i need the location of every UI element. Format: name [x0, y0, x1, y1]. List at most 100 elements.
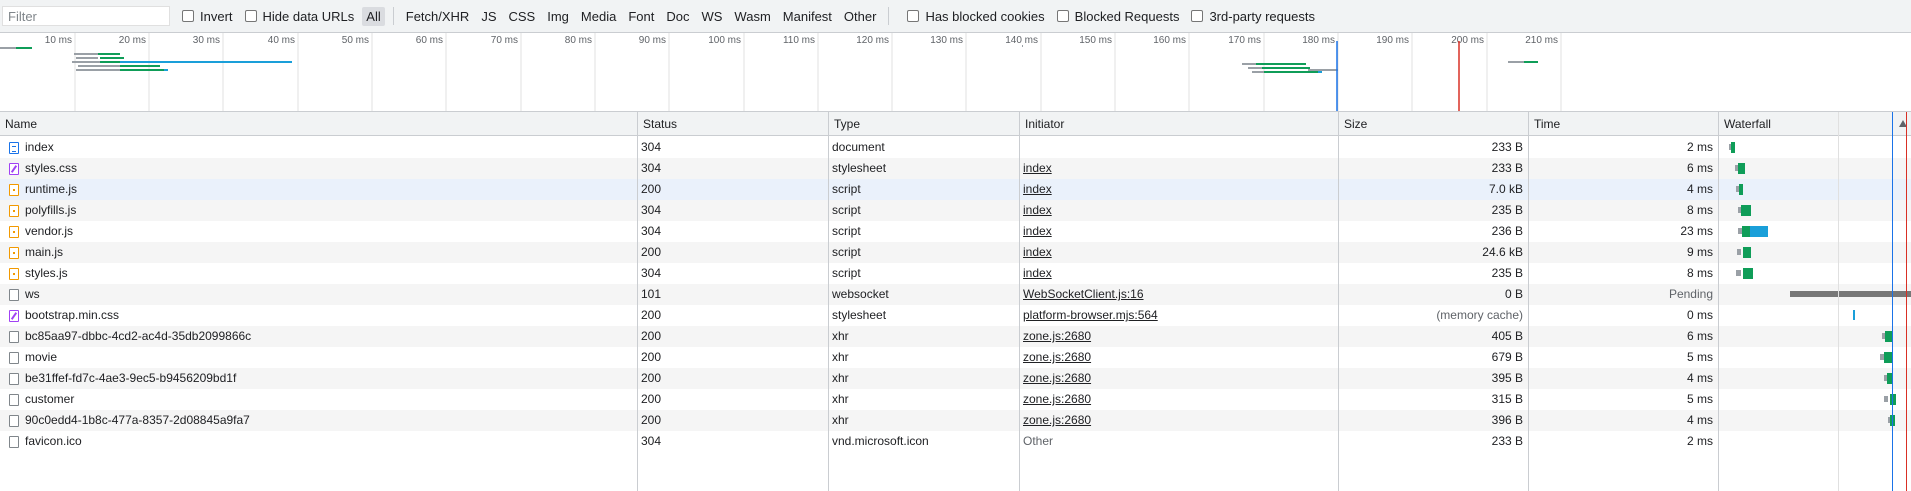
overview-tick-label: 50 ms [342, 35, 369, 46]
column-divider [637, 112, 638, 491]
column-divider [1019, 112, 1020, 491]
type-filter-ws[interactable]: WS [697, 7, 726, 26]
waterfall-cell [0, 284, 1911, 305]
waterfall-cell [0, 347, 1911, 368]
waterfall-cell [0, 158, 1911, 179]
hide-data-urls-label: Hide data URLs [262, 8, 355, 24]
waterfall-bar [1884, 396, 1888, 402]
filter-separator [392, 7, 394, 25]
type-filter-media[interactable]: Media [577, 7, 620, 26]
waterfall-cell [0, 200, 1911, 221]
hide-data-urls-checkbox[interactable]: Hide data URLs [244, 8, 355, 24]
waterfall-bar [1742, 226, 1750, 237]
overview-request-bar [1242, 63, 1258, 65]
table-row[interactable]: styles.css 304 stylesheet index 233 B6 ms [0, 158, 1911, 179]
waterfall-bar [1741, 205, 1751, 216]
table-row[interactable]: polyfills.js 304 script index 235 B8 ms [0, 200, 1911, 221]
waterfall-bar [1853, 310, 1855, 320]
overview-tick-label: 80 ms [565, 35, 592, 46]
overview-tick-label: 30 ms [193, 35, 220, 46]
overview-tick-label: 70 ms [491, 35, 518, 46]
third-party-requests-checkbox[interactable]: 3rd-party requests [1191, 9, 1315, 24]
table-header: Name Status Type Initiator Size Time Wat… [0, 112, 1911, 136]
type-filter-fetch-xhr[interactable]: Fetch/XHR [402, 7, 474, 26]
blocked-requests-label: Blocked Requests [1074, 8, 1180, 24]
filter-input[interactable] [2, 6, 170, 26]
waterfall-cell [0, 305, 1911, 326]
waterfall-cell [0, 326, 1911, 347]
waterfall-bar [1731, 142, 1735, 153]
waterfall-bar [1736, 270, 1741, 276]
table-row[interactable]: be31ffef-fd7c-4ae3-9ec5-b9456209bd1f 200 x… [0, 368, 1911, 389]
checkbox-box[interactable] [1056, 10, 1069, 22]
table-row[interactable]: styles.js 304 script index 235 B8 ms [0, 263, 1911, 284]
type-filter-all[interactable]: All [362, 6, 385, 26]
waterfall-cell [0, 368, 1911, 389]
invert-checkbox[interactable]: Invert [182, 9, 233, 24]
table-row[interactable]: customer 200 xhr zone.js:2680 315 B5 ms [0, 389, 1911, 410]
type-filter-css[interactable]: CSS [505, 7, 540, 26]
type-filter-img[interactable]: Img [543, 7, 573, 26]
overview-tick-label: 140 ms [1005, 35, 1038, 46]
table-row[interactable]: favicon.ico 304 vnd.microsoft.icon Other 233… [0, 431, 1911, 452]
column-header-size[interactable]: Size [1339, 112, 1528, 136]
filter-separator [888, 7, 890, 25]
filter-toolbar: Invert Hide data URLs All Fetch/XHRJS CSSI… [0, 0, 1911, 33]
overview-timeline[interactable]: 10 ms 20 ms 30 ms 40 ms 50 ms 60 ms 70 ms 80 ms… [0, 33, 1911, 112]
overview-request-bar [1264, 71, 1318, 73]
column-divider [1338, 112, 1339, 491]
overview-request-bar [1248, 67, 1262, 69]
overview-request-bar [78, 65, 120, 67]
overview-request-bar [74, 53, 98, 55]
overview-tick-label: 180 ms [1302, 35, 1335, 46]
table-row[interactable]: bc85aa97-dbbc-4cd2-ac4d-35db2099866c 200 x… [0, 326, 1911, 347]
checkbox-box[interactable] [244, 10, 257, 22]
overview-request-bar [1262, 67, 1310, 69]
column-header-name[interactable]: Name [0, 112, 638, 136]
type-filter-manifest[interactable]: Manifest [779, 7, 836, 26]
overview-tick-label: 40 ms [268, 35, 295, 46]
overview-request-bar [1524, 61, 1538, 63]
waterfall-cell [0, 137, 1911, 158]
overview-request-bar [120, 61, 292, 63]
checkbox-box[interactable] [907, 10, 920, 22]
table-row[interactable]: ws 101 websocket WebSocketClient.js:16 0 B Pe… [0, 284, 1911, 305]
type-filter-js[interactable]: JS [477, 7, 500, 26]
network-overview[interactable]: 10 ms 20 ms 30 ms 40 ms 50 ms 60 ms 70 ms 80 ms… [0, 33, 1911, 112]
waterfall-label: Waterfall [1724, 117, 1771, 131]
overview-tick-label: 10 ms [45, 35, 72, 46]
blocked-requests-checkbox[interactable]: Blocked Requests [1056, 8, 1180, 24]
type-filter-doc[interactable]: Doc [662, 7, 693, 26]
waterfall-bar [1737, 249, 1741, 255]
waterfall-bar [1750, 226, 1768, 237]
column-header-type[interactable]: Type [829, 112, 1019, 136]
table-row[interactable]: movie 200 xhr zone.js:2680 679 B5 ms [0, 347, 1911, 368]
waterfall-bar [1743, 247, 1751, 258]
column-header-initiator[interactable]: Initiator [1020, 112, 1338, 136]
table-row[interactable]: main.js 200 script index 24.6 kB 9 ms [0, 242, 1911, 263]
table-row[interactable]: vendor.js 304 script index 236 B 23 ms [0, 221, 1911, 242]
checkbox-box[interactable] [1191, 10, 1204, 22]
table-row[interactable]: bootstrap.min.css 200 stylesheet platform-b… [0, 305, 1911, 326]
table-row[interactable]: 90c0edd4-1b8c-477a-8357-2d08845a9fa7 200 x… [0, 410, 1911, 431]
overview-request-bar [72, 61, 100, 63]
has-blocked-cookies-checkbox[interactable]: Has blocked cookies [907, 9, 1045, 24]
overview-tick-label: 190 ms [1376, 35, 1409, 46]
table-row[interactable]: runtime.js 200 script index 7.0 kB 4 ms [0, 179, 1911, 200]
column-divider [828, 112, 829, 491]
type-filter-other[interactable]: Other [840, 7, 881, 26]
overview-request-bar [16, 47, 32, 49]
column-header-waterfall[interactable]: Waterfall [1719, 112, 1911, 136]
overview-request-bar [1318, 71, 1322, 73]
overview-tick-label: 200 ms [1451, 35, 1484, 46]
waterfall-cell [0, 242, 1911, 263]
waterfall-bar [1738, 163, 1745, 174]
overview-tick-label: 210 ms [1525, 35, 1558, 46]
overview-request-bar [76, 69, 120, 71]
table-row[interactable]: index 304 document 233 B2 ms [0, 137, 1911, 158]
column-header-time[interactable]: Time [1529, 112, 1718, 136]
type-filter-wasm[interactable]: Wasm [730, 7, 774, 26]
type-filter-font[interactable]: Font [624, 7, 658, 26]
checkbox-box[interactable] [182, 10, 194, 22]
column-header-status[interactable]: Status [638, 112, 828, 136]
